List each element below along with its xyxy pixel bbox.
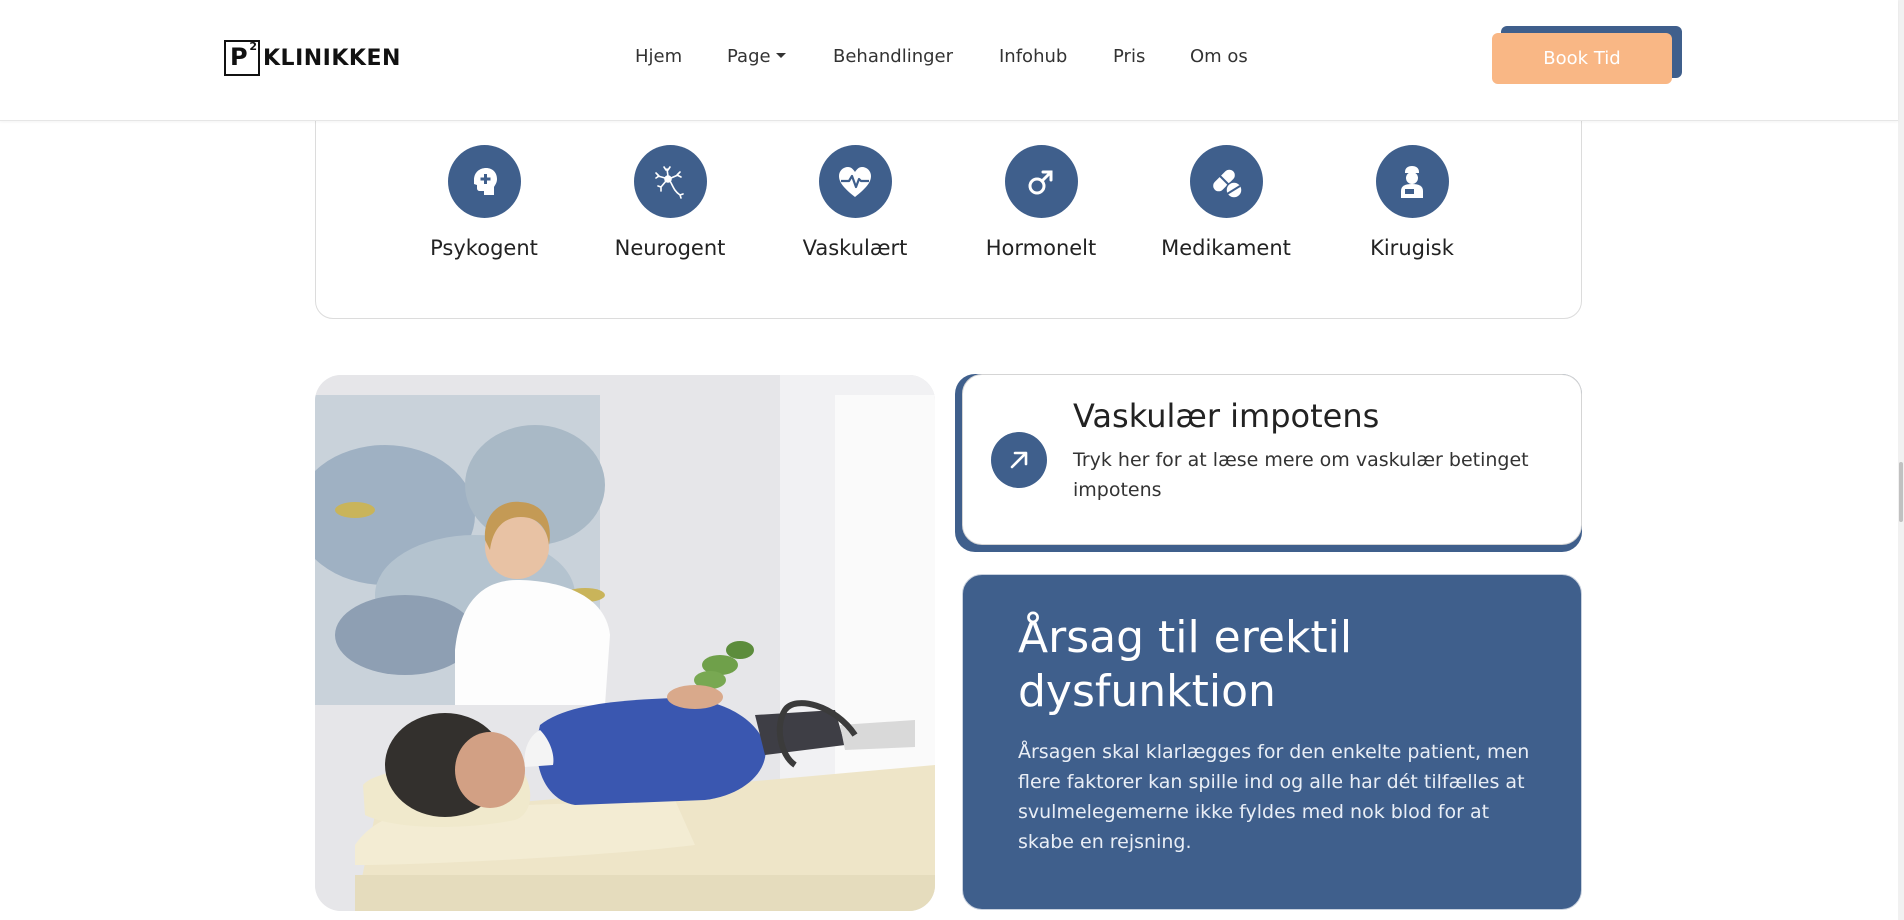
site-header: P2 KLINIKKEN Hjem Page Behandlinger Info… [0,0,1898,121]
category-neurogent[interactable]: Neurogent [585,145,755,260]
treatment-photo [315,375,935,911]
logo[interactable]: P2 KLINIKKEN [224,40,401,76]
scrollbar-thumb[interactable] [1899,462,1903,522]
vaskular-card[interactable]: Vaskulær impotens Tryk her for at læse m… [962,374,1582,545]
chevron-down-icon [775,53,786,58]
category-label: Medikament [1161,236,1291,260]
category-label: Hormonelt [985,236,1097,260]
nav-pris[interactable]: Pris [1113,46,1145,67]
category-medikament[interactable]: Medikament [1141,145,1311,260]
pills-icon [1189,145,1263,218]
category-kirugisk[interactable]: Kirugisk [1327,145,1497,260]
category-label: Vaskulært [802,236,908,260]
page-scrollbar[interactable] [1898,0,1904,920]
aarsag-text: Årsagen skal klarlægges for den enkelte … [1018,741,1530,853]
category-psykogent[interactable]: Psykogent [399,145,569,260]
category-vaskulaert[interactable]: Vaskulært [770,145,940,260]
logo-text: KLINIKKEN [263,45,401,71]
heart-pulse-icon [818,145,892,218]
category-hormonelt[interactable]: Hormonelt [956,145,1126,260]
neuron-icon [633,145,707,218]
book-tid-button[interactable]: Book Tid [1492,33,1672,84]
category-label: Neurogent [614,236,726,260]
logo-mark: P2 [224,40,260,76]
head-plus-icon [447,145,521,218]
category-label: Kirugisk [1370,236,1454,260]
nav-page-label: Page [727,46,771,67]
nav-infohub[interactable]: Infohub [999,46,1067,67]
surgeon-icon [1375,145,1449,218]
nav-hjem[interactable]: Hjem [635,46,682,67]
category-label: Psykogent [430,236,538,260]
aarsag-title: Årsag til erektil dysfunktion [1018,612,1353,717]
vaskular-title: Vaskulær impotens [1073,397,1380,435]
aarsag-card: Årsag til erektil dysfunktion Årsagen sk… [962,574,1582,910]
nav-om-os[interactable]: Om os [1190,46,1248,67]
arrow-up-right-icon [991,432,1047,488]
male-symbol-icon [1004,145,1078,218]
vaskular-text: Tryk her for at læse mere om vaskulær be… [1073,449,1529,501]
nav-page[interactable]: Page [727,46,786,67]
nav-behandlinger[interactable]: Behandlinger [833,46,953,67]
